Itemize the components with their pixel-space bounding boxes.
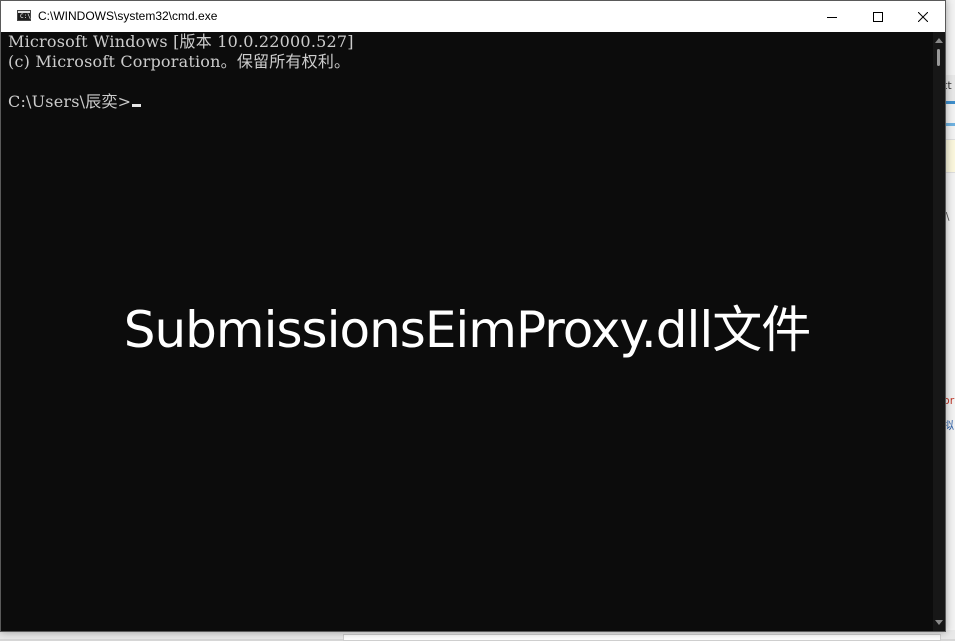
maximize-button[interactable] [855,1,901,32]
console-output[interactable]: Microsoft Windows [版本 10.0.22000.527] (c… [1,32,933,631]
overlay-caption: SubmissionsEimProxy.dll文件 [123,301,812,359]
bg-bottom-field [343,634,941,641]
scroll-down-arrow-icon[interactable] [935,620,943,625]
maximize-icon [873,11,883,22]
prompt-line: C:\Users\辰奕> [8,92,142,112]
minimize-icon [827,16,837,18]
cmd-window: C:\ C:\WINDOWS\system32\cmd.exe Microsof… [0,0,946,632]
cmd-app-icon[interactable]: C:\ [17,10,31,21]
command-prompt: C:\Users\辰奕> [8,92,132,111]
text-cursor [132,104,142,107]
window-title: C:\WINDOWS\system32\cmd.exe [38,9,218,23]
console-line: Microsoft Windows [版本 10.0.22000.527] [8,32,354,51]
minimize-button[interactable] [809,1,855,32]
close-icon [918,11,928,22]
console-line: (c) Microsoft Corporation。保留所有权利。 [8,52,351,71]
vertical-scrollbar[interactable] [933,32,945,631]
title-bar[interactable]: C:\ C:\WINDOWS\system32\cmd.exe [1,1,945,32]
scrollbar-thumb[interactable] [937,49,940,66]
close-button[interactable] [900,1,946,32]
scroll-up-arrow-icon[interactable] [935,38,943,43]
